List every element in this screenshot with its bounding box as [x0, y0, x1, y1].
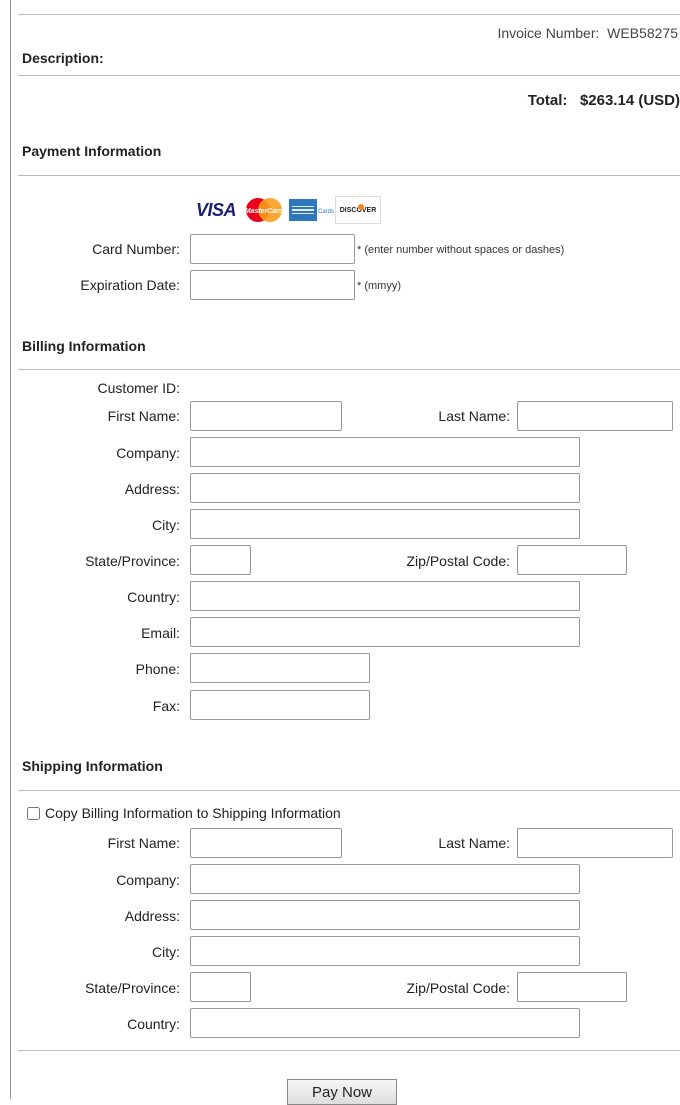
shipping-country-label: Country:	[127, 1016, 180, 1032]
billing-divider	[18, 369, 680, 370]
invoice-label: Invoice Number:	[497, 25, 600, 41]
billing-state-label: State/Province:	[85, 553, 180, 569]
shipping-company-input[interactable]	[190, 864, 580, 894]
amex-logo: Cards	[288, 196, 334, 224]
mastercard-logo: MasterCard	[241, 196, 287, 224]
shipping-address-label: Address:	[124, 908, 180, 924]
copy-billing-option[interactable]: Copy Billing Information to Shipping Inf…	[27, 805, 341, 821]
billing-address-label: Address:	[124, 481, 180, 497]
payment-section-title: Payment Information	[22, 143, 162, 159]
total: Total: $263.14 (USD)	[528, 92, 680, 109]
billing-city-input[interactable]	[190, 509, 580, 539]
shipping-city-label: City:	[152, 944, 180, 960]
header-divider	[18, 75, 680, 76]
billing-phone-input[interactable]	[190, 653, 370, 683]
invoice-number: Invoice Number: WEB58275	[497, 25, 678, 41]
total-label: Total:	[527, 92, 568, 109]
customer-id-label: Customer ID:	[97, 380, 180, 396]
billing-zip-label: Zip/Postal Code:	[406, 553, 511, 569]
billing-zip-input[interactable]	[517, 545, 627, 575]
shipping-state-input[interactable]	[190, 972, 251, 1002]
shipping-country-input[interactable]	[190, 1008, 580, 1038]
shipping-zip-input[interactable]	[517, 972, 627, 1002]
mastercard-icon: MasterCard	[245, 198, 284, 222]
card-number-input[interactable]	[190, 234, 355, 264]
billing-address-input[interactable]	[190, 473, 580, 503]
svg-text:MasterCard: MasterCard	[245, 208, 284, 215]
billing-fax-input[interactable]	[190, 690, 370, 720]
shipping-section-title: Shipping Information	[22, 758, 163, 774]
copy-billing-label: Copy Billing Information to Shipping Inf…	[45, 805, 341, 821]
footer-divider	[18, 1050, 680, 1051]
shipping-divider	[18, 790, 680, 791]
billing-first-name-input[interactable]	[190, 401, 342, 431]
billing-country-input[interactable]	[190, 581, 580, 611]
payment-divider	[18, 175, 680, 176]
shipping-city-input[interactable]	[190, 936, 580, 966]
svg-text:Cards: Cards	[318, 209, 334, 215]
copy-billing-checkbox[interactable]	[27, 806, 40, 820]
discover-logo: DISCOVER	[335, 196, 381, 224]
card-number-hint: * (enter number without spaces or dashes…	[357, 244, 565, 256]
shipping-zip-label: Zip/Postal Code:	[406, 980, 511, 996]
billing-company-input[interactable]	[190, 437, 580, 467]
shipping-last-name-label: Last Name:	[438, 835, 510, 851]
billing-country-label: Country:	[127, 589, 180, 605]
billing-section-title: Billing Information	[22, 338, 146, 354]
shipping-first-name-input[interactable]	[190, 828, 342, 858]
billing-fax-label: Fax:	[152, 698, 180, 714]
expiration-date-label: Expiration Date:	[80, 277, 180, 293]
billing-last-name-label: Last Name:	[438, 408, 510, 424]
billing-state-input[interactable]	[190, 545, 251, 575]
billing-email-label: Email:	[141, 625, 180, 641]
description-label: Description:	[22, 50, 104, 66]
billing-city-label: City:	[152, 517, 180, 533]
billing-phone-label: Phone:	[135, 661, 180, 677]
shipping-first-name-label: First Name:	[107, 835, 180, 851]
shipping-company-label: Company:	[116, 872, 180, 888]
expiration-date-input[interactable]	[190, 270, 355, 300]
billing-company-label: Company:	[116, 445, 180, 461]
shipping-state-label: State/Province:	[85, 980, 180, 996]
shipping-last-name-input[interactable]	[517, 828, 673, 858]
visa-logo: VISA	[195, 199, 237, 220]
card-number-label: Card Number:	[92, 241, 180, 257]
discover-dot-icon	[358, 204, 364, 210]
pay-now-button[interactable]: Pay Now	[287, 1079, 397, 1105]
billing-last-name-input[interactable]	[517, 401, 673, 431]
expiration-date-hint: * (mmyy)	[357, 280, 401, 292]
shipping-address-input[interactable]	[190, 900, 580, 930]
total-value: $263.14 (USD)	[579, 92, 680, 109]
billing-first-name-label: First Name:	[107, 408, 180, 424]
billing-email-input[interactable]	[190, 617, 580, 647]
invoice-value: WEB58275	[607, 25, 678, 41]
top-divider	[18, 14, 680, 15]
amex-icon: Cards	[289, 199, 334, 221]
left-border	[10, 0, 11, 1099]
